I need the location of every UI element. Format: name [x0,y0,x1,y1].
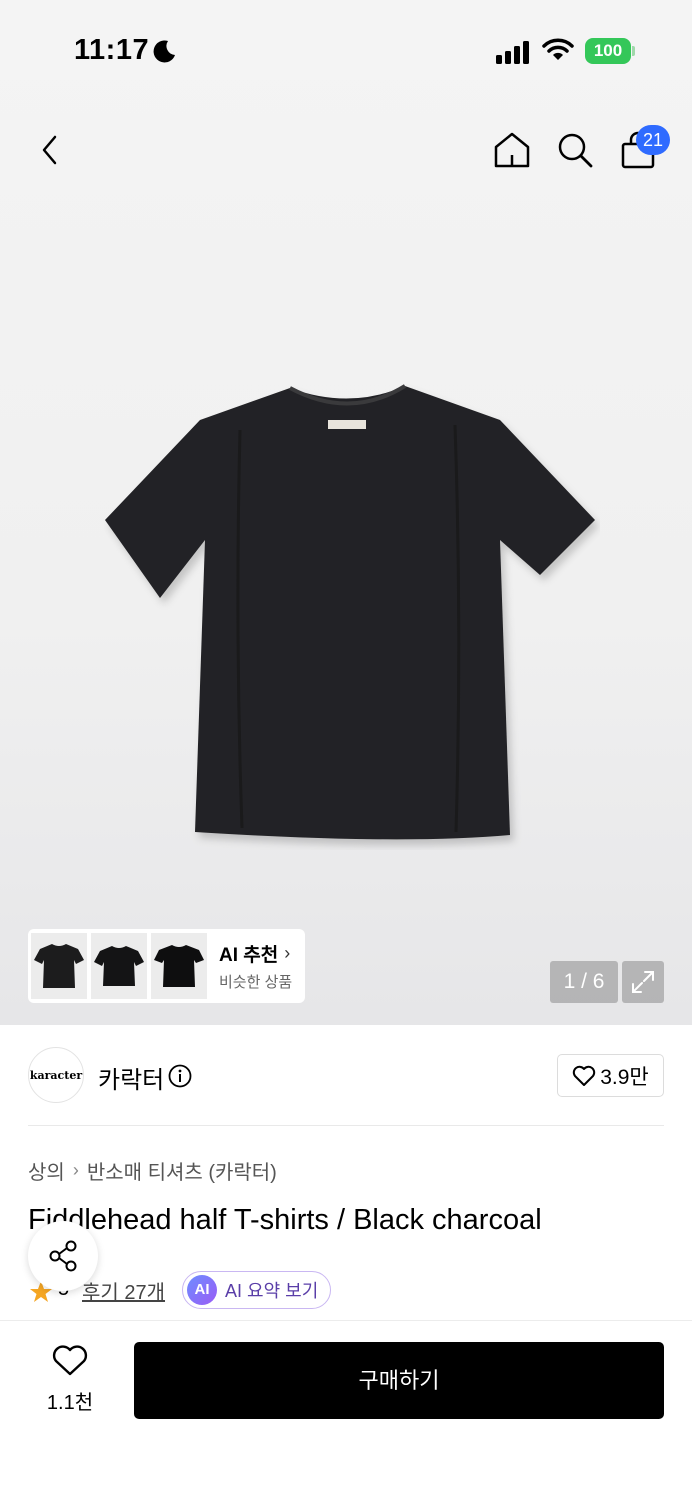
status-time: 11:17 [74,34,150,66]
ai-summary-button[interactable]: AI AI 요약 보기 [182,1271,332,1309]
brand-like-button[interactable]: 3.9만 [557,1054,664,1097]
chevron-left-icon [42,135,57,165]
similar-thumb-1[interactable] [31,933,87,999]
ai-badge-icon: AI [187,1275,217,1305]
brand-logo[interactable]: karacter [28,1047,84,1103]
similar-thumb-3[interactable] [151,933,207,999]
status-bar: 11:17 100 [0,30,692,74]
buy-button[interactable]: 구매하기 [134,1342,664,1419]
battery-nub [632,46,635,56]
breadcrumb-item[interactable]: 상의 [28,1156,65,1185]
cart-count-badge: 21 [636,125,670,155]
similar-thumb-2[interactable] [91,933,147,999]
ai-summary-label: AI 요약 보기 [225,1281,319,1301]
breadcrumb: 상의 › 반소매 티셔츠 (카락터) [28,1156,277,1185]
share-icon [49,1240,77,1272]
wifi-icon [542,38,574,60]
reviews-link[interactable]: 후기 27개 [82,1276,165,1305]
info-icon[interactable] [168,1064,192,1088]
ai-reco-title-row: AI 추천 › [219,940,292,967]
battery-indicator: 100 [585,38,635,64]
brand-like-count: 3.9만 [600,1065,649,1089]
ai-reco-subtitle: 비슷한 상품 [219,974,293,991]
product-image[interactable] [100,380,600,850]
wishlist-count: 1.1천 [46,1392,94,1414]
tshirt-icon [154,945,204,987]
ai-recommendation-card[interactable]: AI 추천 › 비슷한 상품 [28,929,305,1003]
chevron-right-icon: › [72,1160,79,1180]
heart-icon [52,1345,88,1376]
expand-icon [632,971,654,993]
heart-icon [573,1065,596,1086]
back-button[interactable] [28,128,72,172]
tshirt-icon [94,946,144,986]
home-button[interactable] [490,128,534,172]
divider [28,1125,664,1126]
ai-reco-text: AI 추천 › 비슷한 상품 [219,940,292,992]
battery-level: 100 [585,38,631,64]
chevron-right-icon: › [284,943,291,963]
signal-icon [496,41,529,64]
search-button[interactable] [553,128,597,172]
image-page-indicator: 1 / 6 [550,961,618,1003]
breadcrumb-item[interactable]: 반소매 티셔츠 (카락터) [87,1156,277,1185]
moon-icon [153,40,175,63]
home-icon [494,132,530,168]
search-icon [558,133,593,168]
brand-name[interactable]: 카락터 [98,1060,164,1095]
expand-image-button[interactable] [622,961,664,1003]
share-button[interactable] [28,1221,98,1291]
ai-reco-title: AI 추천 [219,945,279,966]
bottom-bar-divider [0,1320,692,1321]
tshirt-icon [34,944,84,988]
wishlist-button[interactable]: 1.1천 [40,1345,100,1415]
product-title: Fiddlehead half T-shirts / Black charcoa… [28,1204,542,1236]
